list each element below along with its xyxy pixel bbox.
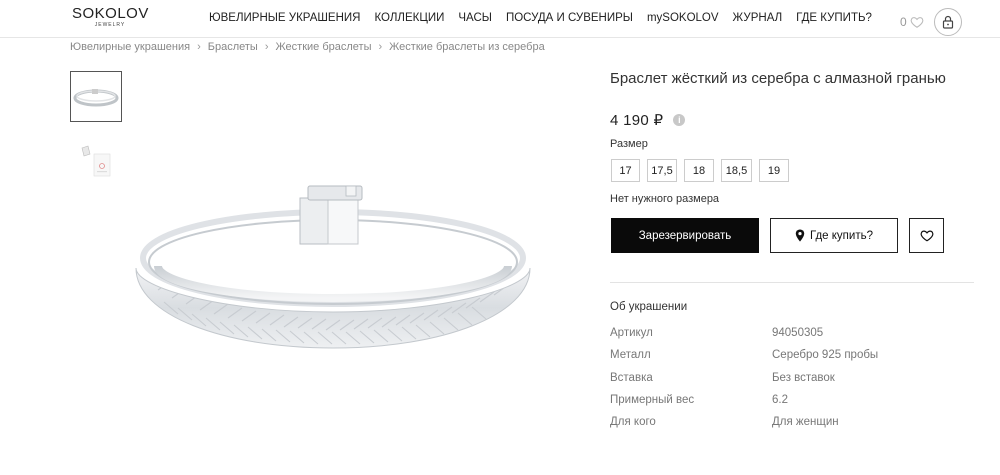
product-title: Браслет жёсткий из серебра с алмазной гр… <box>610 70 946 87</box>
price-row: 4 190 ₽ i <box>610 111 686 129</box>
size-option[interactable]: 18,5 <box>721 159 752 182</box>
heart-icon[interactable] <box>910 15 924 29</box>
header-actions: 0 <box>900 8 962 36</box>
reserve-button[interactable]: Зарезервировать <box>611 218 759 253</box>
nav-item-collections[interactable]: КОЛЛЕКЦИИ <box>374 12 444 24</box>
spec-value: 94050305 <box>772 327 824 339</box>
size-selector: 17 17,5 18 18,5 19 <box>611 159 796 182</box>
bracelet-thumbnail-image <box>73 88 119 106</box>
add-to-favorites-button[interactable] <box>909 218 944 253</box>
spec-key: Для кого <box>610 416 656 428</box>
spec-key: Металл <box>610 349 651 361</box>
about-section-title: Об украшении <box>610 301 688 313</box>
logo[interactable]: SOKOLOV JEWELRY <box>72 6 148 29</box>
thumbnail-tag[interactable] <box>76 142 116 182</box>
breadcrumb-item[interactable]: Жесткие браслеты из серебра <box>389 41 545 53</box>
where-to-buy-button[interactable]: Где купить? <box>770 218 898 253</box>
size-label: Размер <box>610 138 648 150</box>
nav-item-where-to-buy[interactable]: ГДЕ КУПИТЬ? <box>796 12 872 24</box>
spec-value: Без вставок <box>772 372 835 384</box>
spec-key: Артикул <box>610 327 653 339</box>
main-nav: ЮВЕЛИРНЫЕ УКРАШЕНИЯ КОЛЛЕКЦИИ ЧАСЫ ПОСУД… <box>209 12 886 24</box>
spec-key: Вставка <box>610 372 653 384</box>
where-to-buy-label: Где купить? <box>810 229 873 242</box>
nav-item-tableware[interactable]: ПОСУДА И СУВЕНИРЫ <box>506 12 633 24</box>
chevron-right-icon: › <box>378 41 383 53</box>
product-price: 4 190 ₽ <box>610 112 664 129</box>
breadcrumb-item[interactable]: Жесткие браслеты <box>276 41 372 53</box>
chevron-right-icon: › <box>264 41 269 53</box>
no-size-link[interactable]: Нет нужного размера <box>610 193 719 205</box>
spec-row: Артикул 94050305 <box>610 327 823 339</box>
breadcrumb-item[interactable]: Браслеты <box>208 41 258 53</box>
site-header: SOKOLOV JEWELRY ЮВЕЛИРНЫЕ УКРАШЕНИЯ КОЛЛ… <box>0 0 1000 38</box>
heart-icon <box>920 230 933 242</box>
spec-row: Для кого Для женщин <box>610 416 839 428</box>
divider <box>610 282 974 283</box>
spec-value[interactable]: Серебро 925 пробы <box>772 349 878 361</box>
spec-row: Примерный вес 6.2 <box>610 394 788 406</box>
tag-thumbnail-image <box>81 145 111 177</box>
spec-row: Вставка Без вставок <box>610 372 835 384</box>
size-option[interactable]: 17,5 <box>647 159 677 182</box>
logo-subtext: JEWELRY <box>94 22 126 28</box>
thumbnail-bracelet[interactable] <box>70 71 122 122</box>
breadcrumb-item[interactable]: Ювелирные украшения <box>70 41 190 53</box>
product-image[interactable] <box>128 180 538 360</box>
lock-icon <box>942 15 953 29</box>
nav-item-jewelry[interactable]: ЮВЕЛИРНЫЕ УКРАШЕНИЯ <box>209 12 360 24</box>
logo-text: SOKOLOV <box>72 5 149 22</box>
spec-row: Металл Серебро 925 пробы <box>610 349 878 361</box>
size-option[interactable]: 19 <box>759 159 789 182</box>
size-option[interactable]: 17 <box>611 159 640 182</box>
map-pin-icon <box>795 229 805 242</box>
chevron-right-icon: › <box>197 41 201 53</box>
nav-item-journal[interactable]: ЖУРНАЛ <box>733 12 783 24</box>
info-icon[interactable]: i <box>673 114 686 126</box>
size-option[interactable]: 18 <box>684 159 714 182</box>
account-button[interactable] <box>933 8 962 36</box>
spec-value: 6.2 <box>772 394 788 406</box>
spec-key: Примерный вес <box>610 394 695 406</box>
breadcrumb: Ювелирные украшения › Браслеты › Жесткие… <box>70 41 545 53</box>
nav-item-mysokolov[interactable]: mySOKOLOV <box>647 12 719 24</box>
nav-item-watches[interactable]: ЧАСЫ <box>458 12 492 24</box>
bracelet-image <box>135 185 531 349</box>
spec-value: Для женщин <box>772 416 839 428</box>
favorites-count: 0 <box>900 15 907 29</box>
